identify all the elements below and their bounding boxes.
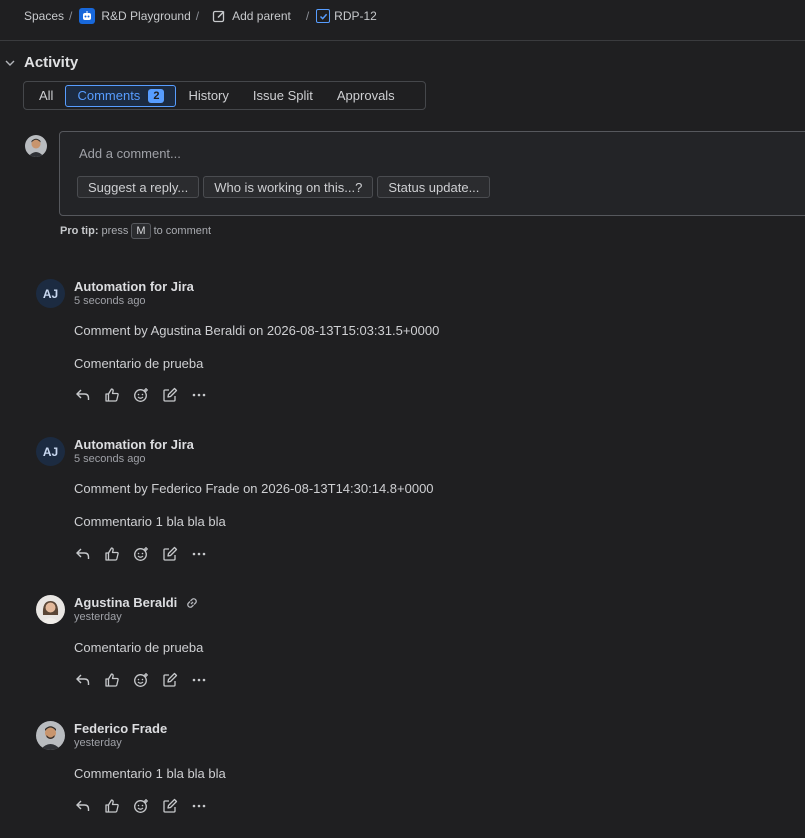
activity-section-toggle[interactable]: Activity <box>4 54 78 71</box>
thumbs-up-icon[interactable] <box>103 671 121 689</box>
avatar: AJ <box>36 279 65 308</box>
comment-author-name: Automation for Jira <box>74 279 194 294</box>
pro-tip: Pro tip: press M to comment <box>60 223 211 239</box>
who-is-working-button[interactable]: Who is working on this...? <box>203 176 374 198</box>
comment-author[interactable]: Agustina Beraldi <box>74 595 199 610</box>
avatar-initials: AJ <box>42 444 59 459</box>
comment-actions <box>74 386 208 404</box>
link-icon[interactable] <box>185 596 199 610</box>
add-reaction-icon[interactable] <box>132 545 150 563</box>
comment-body-line: Comentario de prueba <box>74 356 204 371</box>
breadcrumb-issue[interactable]: RDP-12 <box>316 9 377 23</box>
reply-icon[interactable] <box>74 671 92 689</box>
tab-comments[interactable]: Comments 2 <box>65 84 177 107</box>
avatar: AJ <box>36 437 65 466</box>
breadcrumb-project-label: R&D Playground <box>101 9 191 23</box>
add-reaction-icon[interactable] <box>132 386 150 404</box>
comment-body-line: Commentario 1 bla bla bla <box>74 766 226 781</box>
edit-icon[interactable] <box>161 545 179 563</box>
breadcrumb: Spaces / R&D Playground / Add parent / R… <box>24 8 377 24</box>
tab-history[interactable]: History <box>176 85 240 107</box>
comment-author[interactable]: Federico Frade <box>74 721 167 736</box>
comment-body-line: Comentario de prueba <box>74 640 204 655</box>
more-icon[interactable] <box>190 386 208 404</box>
tab-comments-label: Comments <box>77 88 141 103</box>
breadcrumb-separator: / <box>305 9 310 23</box>
activity-tabs: All Comments 2 History Issue Split Appro… <box>23 81 426 110</box>
more-icon[interactable] <box>190 671 208 689</box>
comment-count-badge: 2 <box>148 88 165 103</box>
tab-issue-split[interactable]: Issue Split <box>241 85 325 107</box>
comment-timestamp[interactable]: yesterday <box>74 611 122 623</box>
edit-icon[interactable] <box>161 797 179 815</box>
comment-body-line: Comment by Federico Frade on 2026-08-13T… <box>74 481 434 496</box>
avatar <box>36 721 65 750</box>
comment-input-placeholder[interactable]: Add a comment... <box>79 146 181 161</box>
comment-author[interactable]: Automation for Jira <box>74 279 194 294</box>
quick-replies: Suggest a reply... Who is working on thi… <box>77 176 491 198</box>
project-icon <box>79 8 96 24</box>
more-icon[interactable] <box>190 797 208 815</box>
tab-all[interactable]: All <box>27 85 65 107</box>
comment-author-name: Agustina Beraldi <box>74 595 178 610</box>
pro-tip-press: press <box>101 225 129 237</box>
comment-actions <box>74 545 208 563</box>
comment-composer[interactable]: Add a comment... Suggest a reply... Who … <box>59 131 805 216</box>
breadcrumb-issue-key: RDP-12 <box>334 9 377 23</box>
tab-approvals-label: Approvals <box>336 88 395 103</box>
tab-approvals[interactable]: Approvals <box>325 85 407 107</box>
avatar-initials: AJ <box>42 286 59 301</box>
reply-icon[interactable] <box>74 386 92 404</box>
edit-icon <box>212 9 226 23</box>
comment-timestamp[interactable]: yesterday <box>74 737 122 749</box>
tab-history-label: History <box>188 88 229 103</box>
chevron-down-icon <box>4 57 16 69</box>
reply-icon[interactable] <box>74 797 92 815</box>
thumbs-up-icon[interactable] <box>103 386 121 404</box>
comment-body-line: Comment by Agustina Beraldi on 2026-08-1… <box>74 323 440 338</box>
comment-author[interactable]: Automation for Jira <box>74 437 194 452</box>
comment-author-name: Automation for Jira <box>74 437 194 452</box>
thumbs-up-icon[interactable] <box>103 545 121 563</box>
breadcrumb-spaces-label: Spaces <box>24 9 65 23</box>
comment-actions <box>74 671 208 689</box>
comment-body-line: Commentario 1 bla bla bla <box>74 514 226 529</box>
comment-actions <box>74 797 208 815</box>
add-parent-button[interactable]: Add parent <box>212 9 291 23</box>
avatar <box>36 595 65 624</box>
activity-title: Activity <box>24 54 79 71</box>
add-parent-label: Add parent <box>232 9 291 23</box>
breadcrumb-spaces[interactable]: Spaces <box>24 9 64 23</box>
status-update-button[interactable]: Status update... <box>377 176 491 198</box>
tab-issue-split-label: Issue Split <box>252 88 313 103</box>
suggest-reply-button[interactable]: Suggest a reply... <box>77 176 200 198</box>
shortcut-key: M <box>131 223 151 239</box>
comment-timestamp[interactable]: 5 seconds ago <box>74 295 146 307</box>
current-user-avatar <box>25 135 47 157</box>
breadcrumb-separator: / <box>195 9 200 23</box>
comment-author-name: Federico Frade <box>74 721 168 736</box>
edit-icon[interactable] <box>161 386 179 404</box>
breadcrumb-project[interactable]: R&D Playground <box>79 8 191 24</box>
add-reaction-icon[interactable] <box>132 797 150 815</box>
tab-all-label: All <box>39 88 54 103</box>
more-icon[interactable] <box>190 545 208 563</box>
reply-icon[interactable] <box>74 545 92 563</box>
header-divider <box>0 40 805 41</box>
edit-icon[interactable] <box>161 671 179 689</box>
add-reaction-icon[interactable] <box>132 671 150 689</box>
breadcrumb-separator: / <box>69 9 73 23</box>
pro-tip-label: Pro tip: <box>60 225 99 237</box>
task-checkbox-icon <box>316 9 331 23</box>
comment-timestamp[interactable]: 5 seconds ago <box>74 453 146 465</box>
thumbs-up-icon[interactable] <box>103 797 121 815</box>
pro-tip-suffix: to comment <box>153 225 212 237</box>
